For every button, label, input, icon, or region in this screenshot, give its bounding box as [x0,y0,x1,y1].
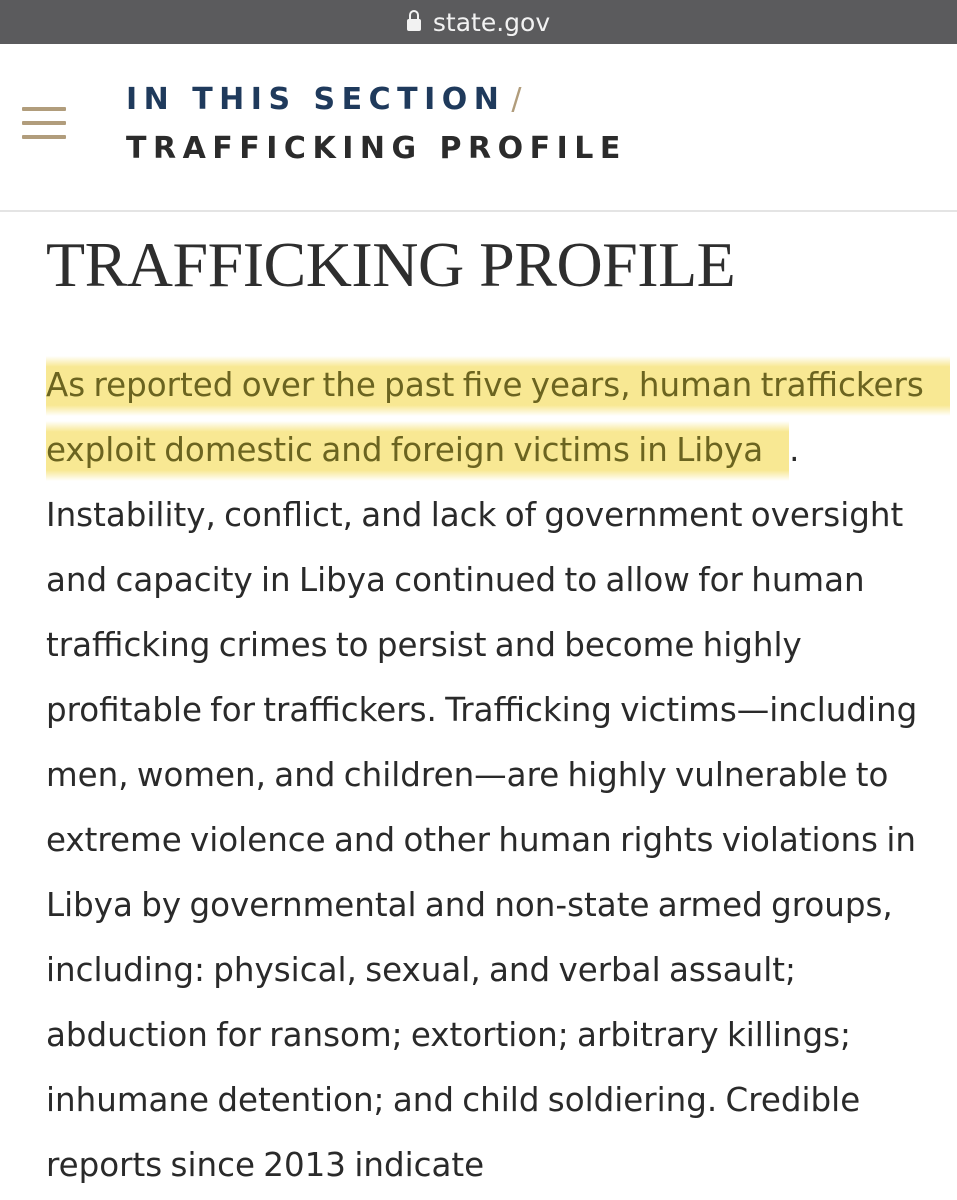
breadcrumb-parent[interactable]: IN THIS SECTION [126,82,505,117]
breadcrumb-parent-line[interactable]: IN THIS SECTION / [126,82,528,117]
breadcrumb-separator: / [511,82,528,117]
highlighted-text: As reported over the past five years, hu… [46,356,950,481]
page-title: TRAFFICKING PROFILE [46,229,736,300]
hamburger-menu-icon[interactable] [22,107,66,141]
article-body: As reported over the past five years, hu… [46,353,950,1198]
lock-icon [406,10,421,31]
browser-url-bar[interactable]: state.gov [0,0,957,44]
body-text: . Instability, conflict, and lack of gov… [46,431,918,1184]
section-navigation-header: IN THIS SECTION / TRAFFICKING PROFILE [0,44,957,212]
breadcrumb-current: TRAFFICKING PROFILE [126,131,627,166]
url-text: state.gov [432,7,551,37]
